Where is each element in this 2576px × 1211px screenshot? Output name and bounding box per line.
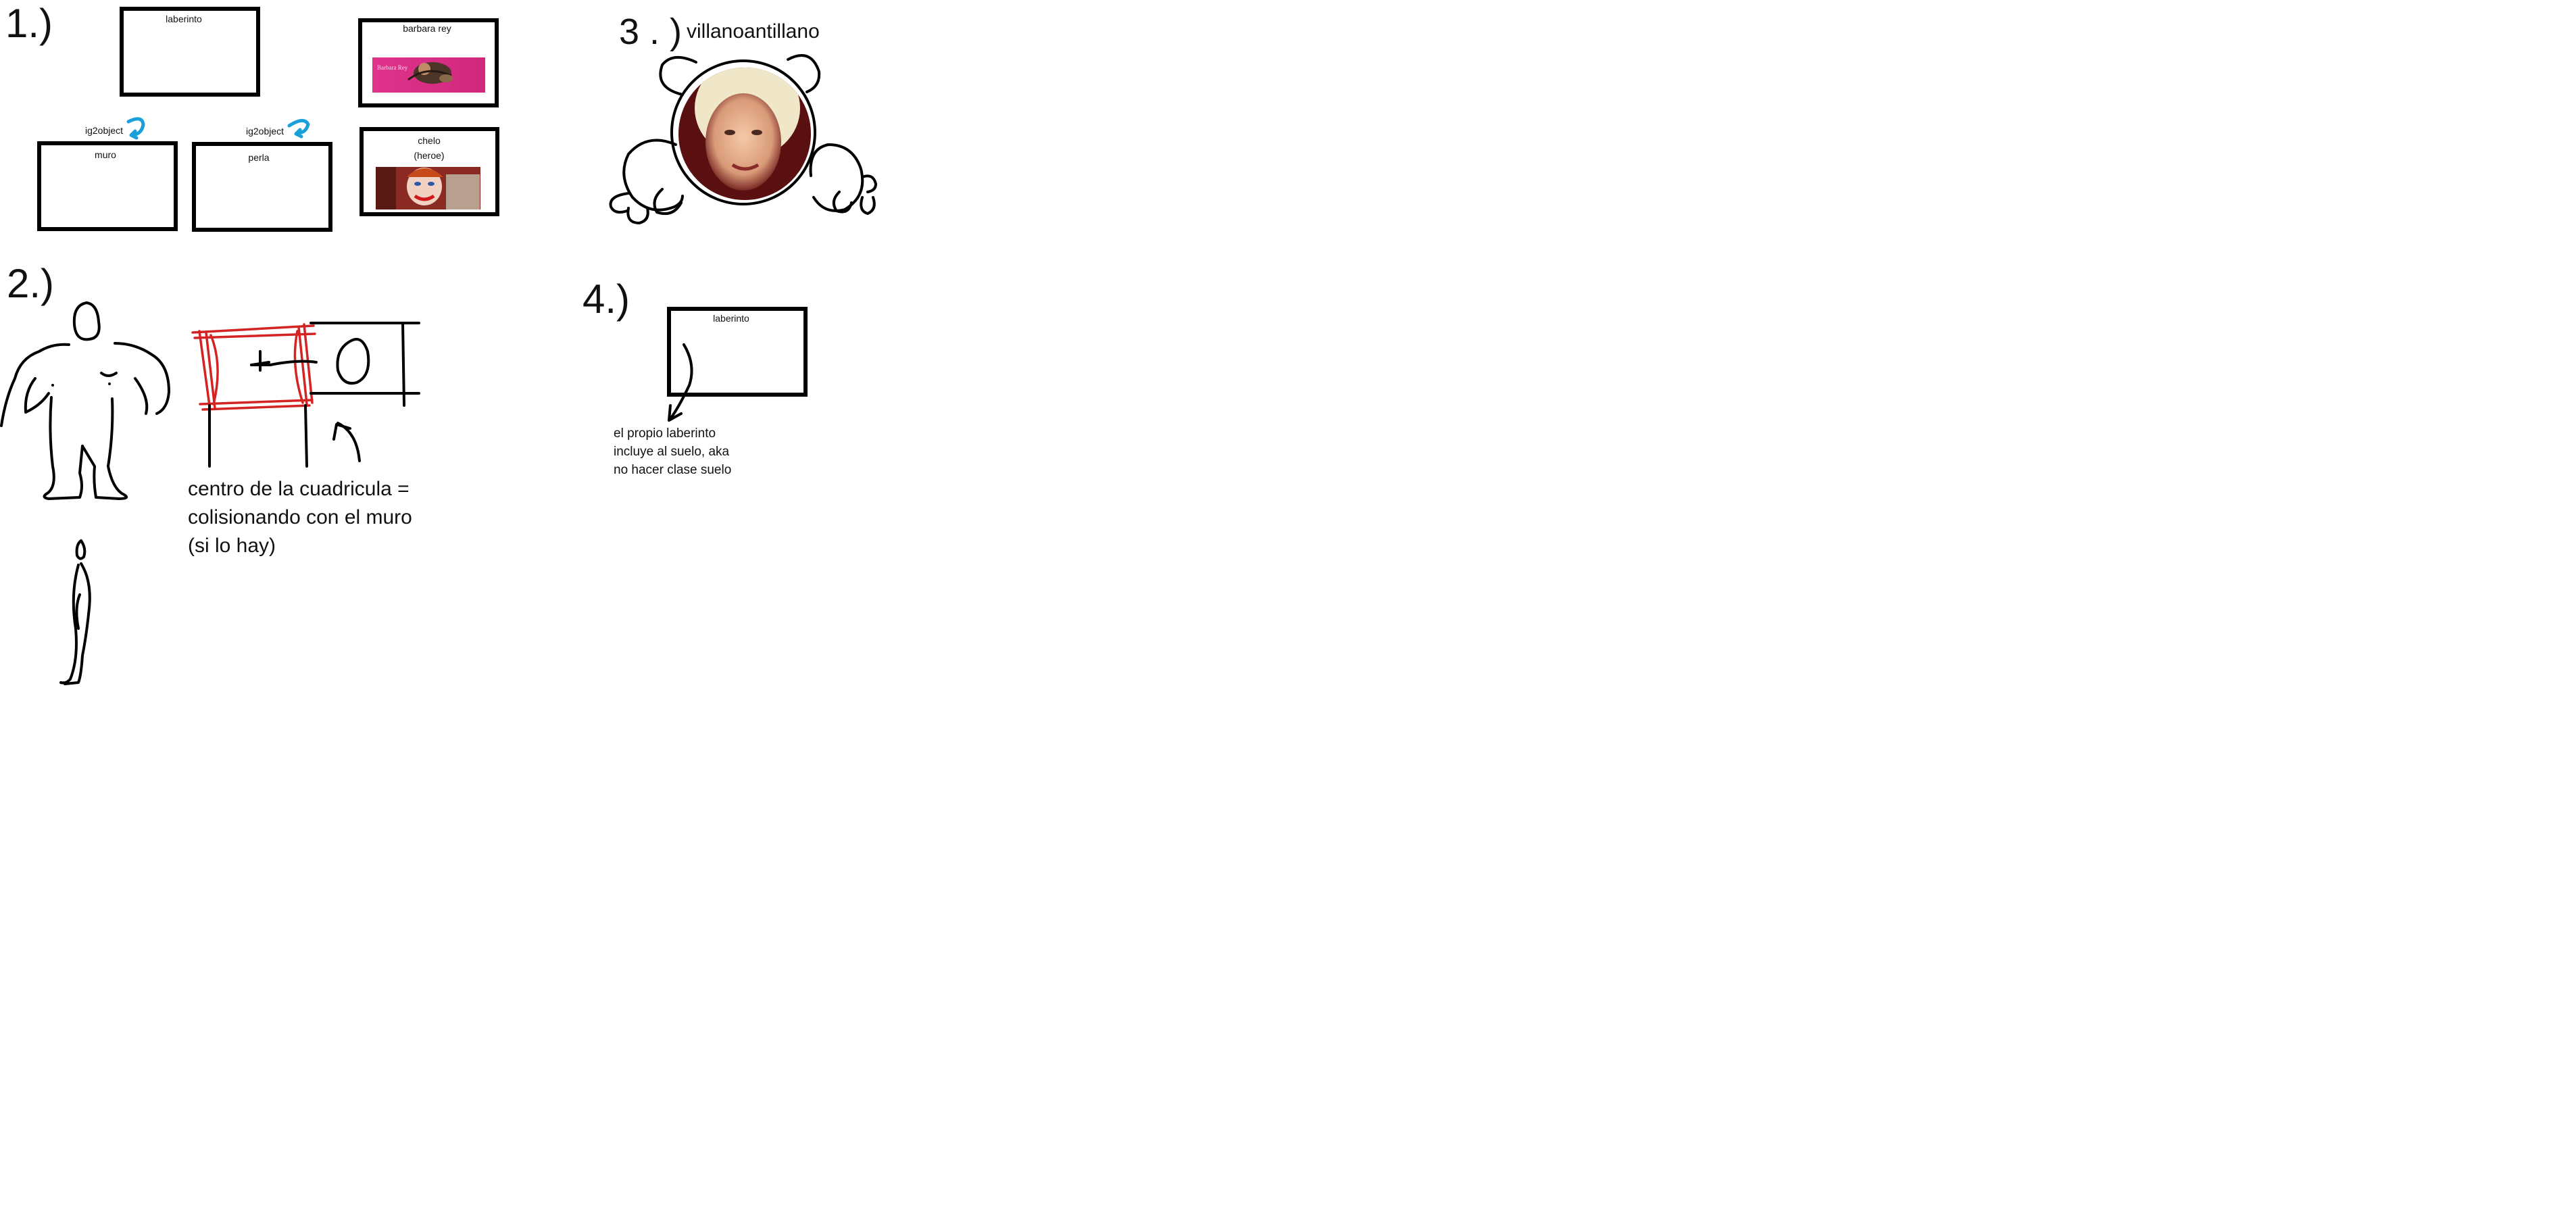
curved-arrow-icon (126, 117, 145, 140)
section-number-3: 3 . ) (619, 11, 682, 52)
chelo-box: chelo (heroe) (360, 127, 499, 216)
strong-figure-sketch (0, 301, 170, 500)
svg-text:Barbara Rey: Barbara Rey (377, 64, 408, 71)
section4-note-line2: incluye al suelo, aka (614, 445, 730, 459)
muro-box-label: muro (95, 149, 116, 160)
section2-note-line1: centro de la cuadricula = (188, 478, 410, 500)
chelo-label: chelo (418, 135, 441, 146)
barbara-rey-box: barbara rey Barbara Rey (358, 18, 499, 107)
section-number-1: 1.) (5, 1, 53, 46)
whiteboard-canvas: 1.) laberinto ig2object muro ig2object p… (0, 1, 877, 685)
barbara-rey-label: barbara rey (403, 23, 451, 34)
laberinto-box-label: laberinto (166, 14, 202, 24)
laberinto-box-2-label: laberinto (713, 313, 749, 324)
curved-arrow-icon (287, 119, 310, 139)
perla-box: ig2object perla (192, 119, 332, 232)
laberinto-box-2: laberinto (667, 307, 808, 422)
section2-note-line2: colisionando con el muro (188, 506, 412, 528)
arrow-icon (332, 422, 361, 462)
chelo-heroe-label: (heroe) (414, 150, 444, 161)
muro-tag: ig2object (85, 125, 123, 136)
laberinto-box: laberinto (120, 7, 260, 97)
section-number-2: 2.) (7, 261, 54, 306)
grid-collision-sketch (191, 322, 420, 468)
section-number-4: 4.) (583, 276, 630, 322)
section2-note-line3: (si lo hay) (188, 535, 276, 557)
section4-note-line3: no hacer clase suelo (614, 463, 731, 477)
villain-sketch (609, 54, 877, 224)
section4-note-line1: el propio laberinto (614, 426, 716, 441)
thin-figure-sketch (59, 539, 91, 685)
barbara-rey-picture: Barbara Rey (372, 57, 485, 93)
perla-box-label: perla (248, 152, 269, 163)
villain-title: villanoantillano (687, 20, 820, 43)
muro-box: ig2object muro (37, 117, 178, 231)
chelo-picture (376, 167, 480, 209)
perla-tag: ig2object (246, 126, 284, 137)
